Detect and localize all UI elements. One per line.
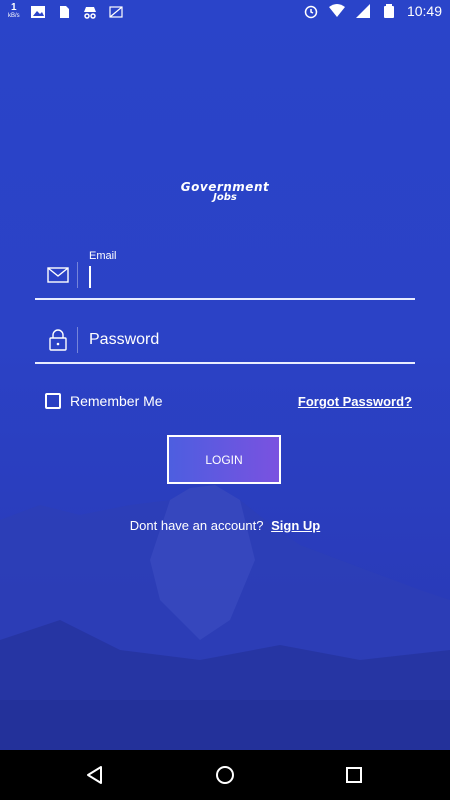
signup-prompt: Dont have an account? [129, 518, 264, 533]
remember-me-row[interactable]: Remember Me [45, 393, 163, 409]
app-logo: Government Jobs [0, 180, 450, 203]
no-sim-icon [109, 6, 123, 18]
status-bar: 1 kB/s 10:49 [0, 0, 450, 26]
signup-row: Dont have an account? Sign Up [0, 518, 450, 533]
signal-icon [355, 4, 370, 18]
email-field-divider [77, 262, 78, 288]
mail-icon [47, 267, 69, 283]
wifi-icon [328, 4, 345, 17]
home-icon[interactable] [214, 764, 236, 786]
sim-icon [59, 6, 69, 18]
back-icon[interactable] [84, 764, 106, 786]
email-cursor [89, 266, 91, 288]
recents-icon[interactable] [343, 764, 365, 786]
email-underline [35, 298, 415, 300]
battery-icon [383, 4, 394, 18]
email-label: Email [89, 250, 117, 262]
mountain-backdrop [0, 485, 450, 750]
password-field[interactable]: Password [35, 304, 415, 364]
remember-me-label: Remember Me [70, 393, 163, 409]
alarm-icon [304, 5, 318, 19]
incognito-icon [83, 7, 96, 19]
logo-line2: Jobs [213, 192, 237, 203]
network-speed: 1 kB/s [8, 3, 20, 21]
login-button[interactable]: LOGIN [167, 435, 281, 484]
email-field[interactable]: Email [35, 240, 415, 300]
network-speed-value: 1 [11, 2, 17, 13]
network-speed-unit: kB/s [8, 13, 20, 19]
password-placeholder: Password [89, 331, 160, 348]
clock: 10:49 [406, 3, 442, 19]
remember-me-checkbox[interactable] [45, 393, 61, 409]
password-underline [35, 362, 415, 364]
password-field-divider [77, 327, 78, 353]
lock-icon [49, 329, 67, 351]
forgot-password-link[interactable]: Forgot Password? [298, 394, 412, 409]
navigation-bar [0, 750, 450, 800]
image-icon [30, 6, 45, 18]
signup-link[interactable]: Sign Up [271, 518, 320, 533]
